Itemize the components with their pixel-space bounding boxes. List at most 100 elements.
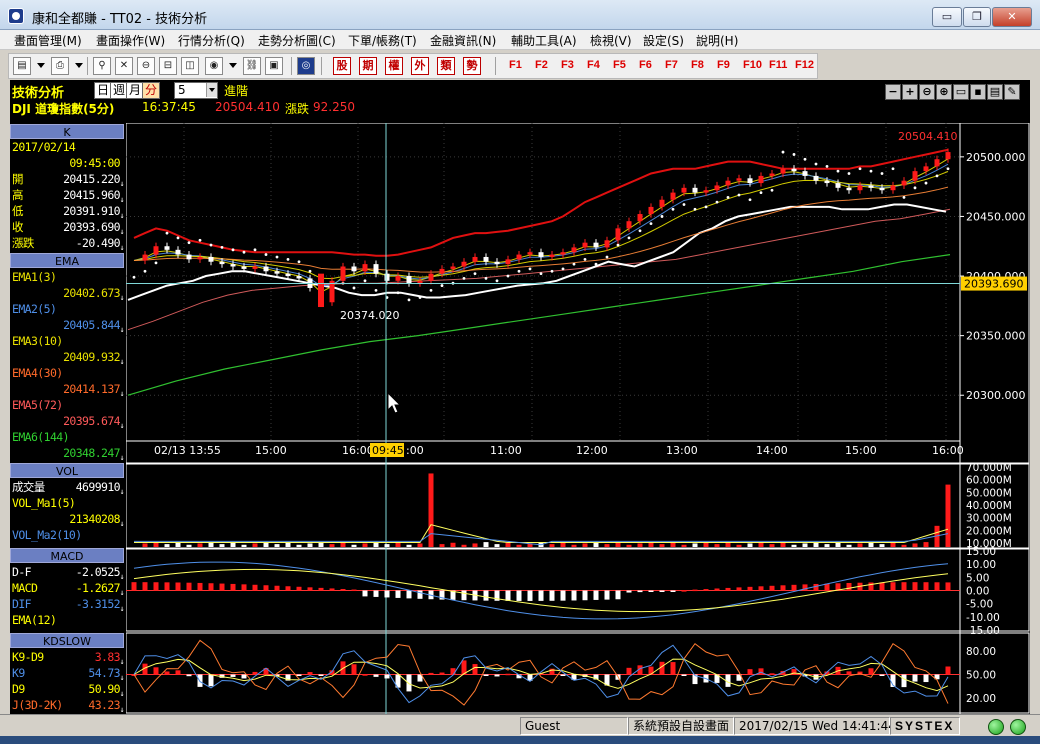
kd-panel-header[interactable]: KDSLOW bbox=[10, 633, 124, 648]
frequency-dropdown-icon[interactable] bbox=[206, 83, 217, 97]
market-button-2[interactable]: 權 bbox=[385, 57, 403, 75]
center-icon[interactable]: ⊖ bbox=[137, 57, 155, 75]
title-bar[interactable]: 康和全都賺 - TT02 - 技術分析 ▭ ❐ ✕ bbox=[0, 0, 1040, 30]
macd-osc-bar bbox=[461, 590, 467, 601]
link-icon[interactable]: ⛓ bbox=[243, 57, 261, 75]
fkey-f12-button[interactable]: F12 bbox=[795, 59, 814, 71]
fkey-f9-button[interactable]: F9 bbox=[717, 59, 730, 71]
candle-body bbox=[648, 206, 654, 215]
fkey-f4-button[interactable]: F4 bbox=[587, 59, 600, 71]
sar-dot bbox=[891, 167, 895, 171]
brand-logo-icon[interactable]: ◎ bbox=[297, 57, 315, 75]
candle-body bbox=[813, 175, 819, 181]
macd-osc-bar bbox=[241, 584, 247, 591]
row-value: 20391.910 bbox=[63, 204, 121, 218]
vol-bar bbox=[219, 544, 225, 547]
vol-panel-header[interactable]: VOL bbox=[10, 463, 124, 478]
search-icon[interactable]: ⚲ bbox=[93, 57, 111, 75]
wallet-dropdown-icon[interactable] bbox=[229, 63, 237, 68]
market-button-1[interactable]: 期 bbox=[359, 57, 377, 75]
status-user: Guest bbox=[520, 717, 628, 735]
candle-body bbox=[219, 261, 225, 265]
period-minute-button[interactable]: 分 bbox=[142, 82, 161, 99]
ema-row: EMA6(144) bbox=[10, 429, 124, 445]
ema-row: EMA2(5) bbox=[10, 301, 124, 317]
settings-icon[interactable]: ✎ bbox=[1004, 84, 1020, 100]
market-button-4[interactable]: 類 bbox=[437, 57, 455, 75]
magnify-plus-icon[interactable]: ⊕ bbox=[936, 84, 952, 100]
macd-osc-bar bbox=[846, 582, 852, 591]
ema-panel-header[interactable]: EMA bbox=[10, 253, 124, 268]
vol-bar bbox=[197, 543, 203, 547]
close-window-icon[interactable]: ✕ bbox=[115, 57, 133, 75]
fkey-f8-button[interactable]: F8 bbox=[691, 59, 704, 71]
layout-icon[interactable]: ▤ bbox=[13, 57, 31, 75]
market-button-0[interactable]: 股 bbox=[333, 57, 351, 75]
zoom-out-icon[interactable]: − bbox=[885, 84, 901, 100]
fkey-f6-button[interactable]: F6 bbox=[639, 59, 652, 71]
maximize-button[interactable]: ❐ bbox=[963, 7, 991, 27]
vol-bar bbox=[164, 544, 170, 547]
k-panel-header[interactable]: K bbox=[10, 124, 124, 139]
menu-item-4[interactable]: 下單/帳務(T) bbox=[348, 32, 417, 49]
wallet-icon[interactable]: ◉ bbox=[205, 57, 223, 75]
sar-dot bbox=[176, 236, 180, 240]
magnify-minus-icon[interactable]: ⊖ bbox=[919, 84, 935, 100]
menu-item-1[interactable]: 畫面操作(W) bbox=[96, 32, 165, 49]
sar-dot bbox=[847, 172, 851, 175]
print-icon[interactable]: ⎙ bbox=[51, 57, 69, 75]
row-value: 20414.137 bbox=[63, 382, 121, 396]
print-dropdown-icon[interactable] bbox=[75, 63, 83, 68]
macd-panel-header[interactable]: MACD bbox=[10, 548, 124, 563]
row-value-line: 20405.844 ↓ bbox=[10, 317, 125, 334]
macd-osc-bar bbox=[318, 587, 324, 591]
market-button-5[interactable]: 勢 bbox=[463, 57, 481, 75]
sar-dot bbox=[286, 257, 290, 261]
kd-diff-bar bbox=[450, 668, 456, 675]
sar-dot bbox=[275, 255, 279, 259]
screen-icon[interactable]: ▣ bbox=[265, 57, 283, 75]
macd-osc-bar bbox=[703, 589, 709, 591]
vol-bar bbox=[406, 544, 412, 547]
menu-item-5[interactable]: 金融資訊(N) bbox=[430, 32, 496, 49]
fkey-f1-button[interactable]: F1 bbox=[509, 59, 522, 71]
candle-body bbox=[901, 180, 907, 186]
vol-bar bbox=[857, 543, 863, 547]
save-icon[interactable]: ▪ bbox=[970, 84, 986, 100]
fkey-f11-button[interactable]: F11 bbox=[769, 59, 787, 71]
layout-dropdown-icon[interactable] bbox=[37, 63, 45, 68]
menu-item-3[interactable]: 走勢分析圖(C) bbox=[258, 32, 336, 49]
sar-dot bbox=[308, 269, 312, 273]
sar-dot bbox=[165, 231, 169, 235]
split-icon[interactable]: ⊟ bbox=[159, 57, 177, 75]
menu-item-6[interactable]: 輔助工具(A) bbox=[511, 32, 577, 49]
menu-item-0[interactable]: 畫面管理(M) bbox=[14, 32, 82, 49]
minimize-button[interactable]: ▭ bbox=[932, 7, 962, 27]
menu-item-2[interactable]: 行情分析(Q) bbox=[178, 32, 245, 49]
advanced-button[interactable]: 進階 bbox=[224, 82, 248, 99]
close-button[interactable]: ✕ bbox=[992, 7, 1032, 27]
fkey-f3-button[interactable]: F3 bbox=[561, 59, 574, 71]
export-icon[interactable]: ▤ bbox=[987, 84, 1003, 100]
vol-row: 21340208 ↓ bbox=[10, 511, 124, 528]
row-value-line: 20402.673 ↓ bbox=[10, 285, 125, 302]
market-button-3[interactable]: 外 bbox=[411, 57, 429, 75]
menu-item-8[interactable]: 設定(S) bbox=[643, 32, 684, 49]
vol-bar bbox=[791, 544, 797, 547]
zoom-in-icon[interactable]: + bbox=[902, 84, 918, 100]
nav-icon[interactable]: ◫ bbox=[181, 57, 199, 75]
fkey-f5-button[interactable]: F5 bbox=[613, 59, 626, 71]
comment-icon[interactable]: ▭ bbox=[953, 84, 969, 100]
fkey-f2-button[interactable]: F2 bbox=[535, 59, 548, 71]
status-datetime: 2017/02/15 Wed 14:41:44 bbox=[734, 717, 896, 735]
vol-bar bbox=[692, 543, 698, 547]
vol-bar bbox=[912, 543, 918, 547]
macd-osc-bar bbox=[549, 590, 555, 601]
chart-svg[interactable]: 20500.00020450.00020400.00020350.0002030… bbox=[126, 123, 1030, 714]
fkey-f7-button[interactable]: F7 bbox=[665, 59, 678, 71]
menu-item-9[interactable]: 說明(H) bbox=[696, 32, 738, 49]
row-label: EMA(12) bbox=[12, 613, 57, 627]
menu-item-7[interactable]: 檢視(V) bbox=[590, 32, 632, 49]
fkey-f10-button[interactable]: F10 bbox=[743, 59, 762, 71]
macd-osc-bar bbox=[648, 590, 654, 592]
